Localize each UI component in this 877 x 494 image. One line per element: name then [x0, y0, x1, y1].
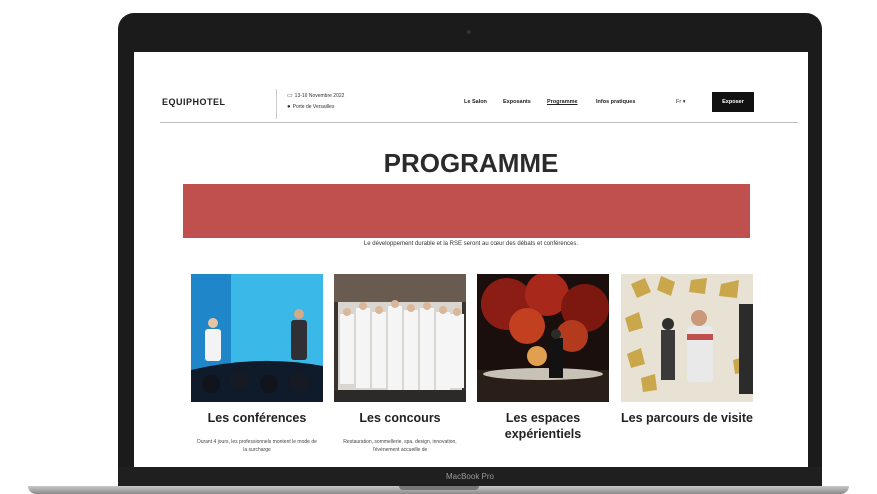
site-header — [160, 90, 798, 123]
card-title-conferences[interactable]: Les conférences — [191, 410, 323, 426]
page-title: PROGRAMME — [383, 148, 559, 178]
card-title-concours[interactable]: Les concours — [334, 410, 466, 426]
hero-banner — [183, 184, 750, 238]
event-date: ▭ 13-16 Novembre 2022 — [287, 92, 344, 99]
card-image-concours[interactable] — [334, 274, 466, 402]
laptop-notch — [399, 486, 479, 490]
site-logo[interactable]: EQUIPHOTEL — [162, 97, 226, 107]
nav-exposants[interactable]: Exposants — [503, 99, 531, 105]
event-place: ● Porte de Versailles — [287, 104, 334, 110]
nav-infos-pratiques[interactable]: Infos pratiques — [596, 99, 635, 105]
header-divider — [276, 89, 277, 119]
card-desc-concours: Restauration, sommellerie, spa, design, … — [343, 439, 457, 453]
card-desc-conferences: Durant 4 jours, les professionnels monte… — [197, 439, 317, 453]
event-date-text: 13-16 Novembre 2022 — [294, 93, 345, 99]
exposer-button[interactable]: Exposer — [712, 92, 754, 112]
card-image-parcours[interactable] — [621, 274, 753, 402]
browser-screen: EQUIPHOTEL ▭ 13-16 Novembre 2022 ● Porte d… — [134, 52, 808, 467]
page-subtitle: Le développement durable et la RSE seron… — [363, 241, 579, 247]
language-select[interactable]: Fr ▾ — [676, 99, 685, 105]
card-title-espaces[interactable]: Les espaces expérientiels — [477, 410, 609, 442]
nav-le-salon[interactable]: Le Salon — [464, 99, 487, 105]
event-place-text: Porte de Versailles — [292, 104, 335, 110]
camera-dot — [467, 30, 471, 34]
location-pin-icon: ● — [287, 104, 291, 110]
laptop-chin-label: MacBook Pro — [118, 467, 822, 486]
nav-programme[interactable]: Programme — [547, 99, 578, 105]
card-image-conferences[interactable] — [191, 274, 323, 402]
calendar-icon: ▭ — [287, 93, 293, 99]
card-title-parcours[interactable]: Les parcours de visite — [621, 410, 753, 426]
card-image-espaces[interactable] — [477, 274, 609, 402]
